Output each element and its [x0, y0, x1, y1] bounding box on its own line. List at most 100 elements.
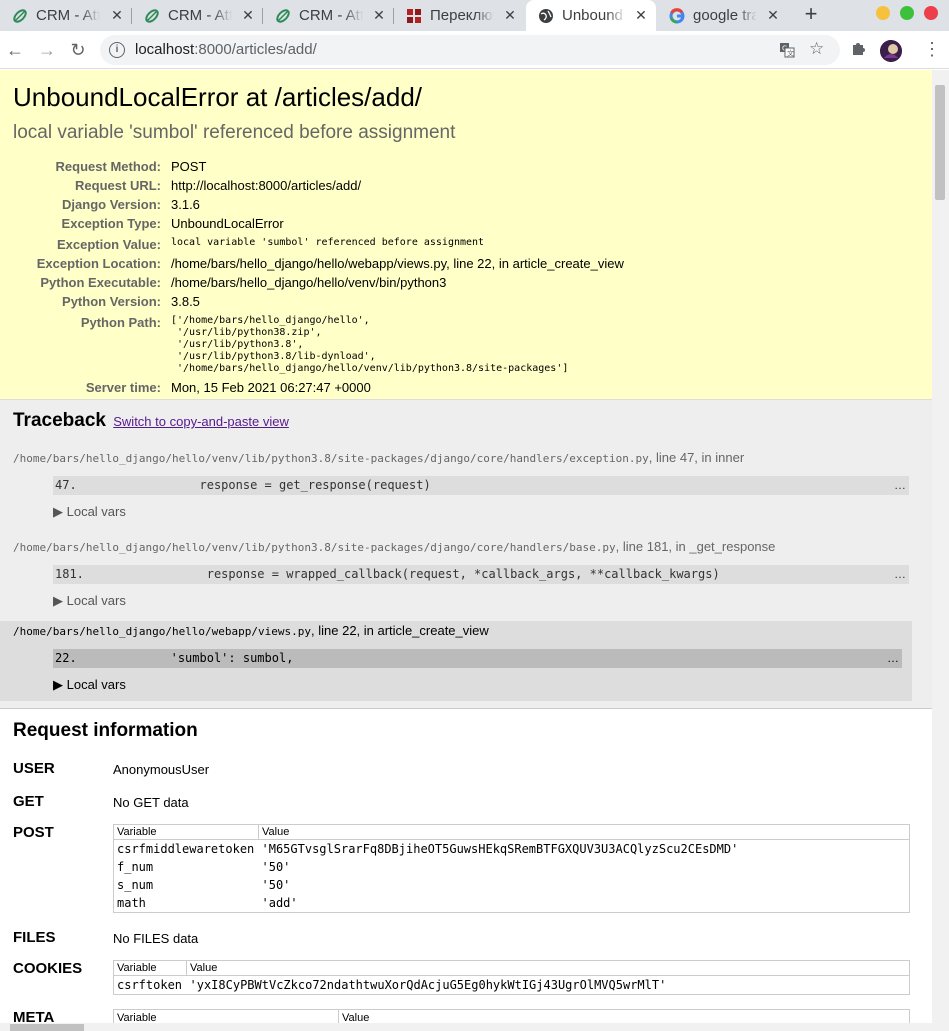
- frame-line-function: , line 47, in inner: [648, 450, 745, 465]
- browser-tab[interactable]: CRM - Attr ✕: [0, 0, 132, 31]
- browser-tab[interactable]: CRM - Attr ✕: [263, 0, 394, 31]
- post-section: POST Variable Value csrfmiddlewaretoken '…: [13, 824, 919, 913]
- files-value: No FILES data: [113, 931, 199, 946]
- menu-kebab-icon[interactable]: ⋮: [923, 40, 941, 58]
- section-label: FILES: [13, 929, 56, 946]
- expand-context-ellipsis[interactable]: …: [894, 476, 906, 495]
- meta-table: Request Method: POST Request URL: http://lo…: [13, 157, 919, 397]
- svg-text:文: 文: [787, 49, 794, 58]
- column-header: Variable: [113, 1009, 339, 1023]
- forward-arrow-icon[interactable]: →: [37, 40, 57, 60]
- meta-key: Python Executable:: [40, 275, 161, 290]
- profile-avatar[interactable]: [880, 40, 902, 62]
- column-header: Variable: [113, 960, 187, 976]
- extensions-puzzle-icon[interactable]: [851, 40, 867, 61]
- translate-icon[interactable]: G文: [779, 42, 795, 58]
- frame-filename: /home/bars/hello_django/hello/webapp/vie…: [13, 625, 312, 638]
- section-label: POST: [13, 824, 54, 841]
- get-section: GET No GET data: [13, 793, 919, 810]
- browser-tab[interactable]: CRM - Attr ✕: [132, 0, 263, 31]
- meta-key: Request URL:: [75, 178, 161, 193]
- minimize-icon[interactable]: [876, 6, 890, 20]
- meta-key: Python Version:: [62, 294, 161, 309]
- variable-name: csrftoken: [117, 978, 183, 992]
- back-arrow-icon[interactable]: ←: [5, 40, 25, 60]
- meta-row: Python Version: 3.8.5: [13, 292, 919, 311]
- frame-context-line[interactable]: 47. response = get_response(request) …: [53, 476, 909, 495]
- tab-title: Переключ: [430, 7, 494, 24]
- column-header: Value: [186, 960, 910, 976]
- meta-section: META Variable Value: [13, 1009, 919, 1023]
- meta-value: 3.8.5: [171, 294, 200, 309]
- traceback-frames: /home/bars/hello_django/hello/venv/lib/p…: [0, 450, 919, 701]
- meta-key: Exception Value:: [56, 237, 161, 252]
- horizontal-scrollbar[interactable]: [0, 1023, 932, 1031]
- variable-name: s_num: [117, 878, 154, 892]
- tab-title: Unbound: [562, 7, 623, 24]
- close-tab-icon[interactable]: ✕: [766, 8, 780, 22]
- close-tab-icon[interactable]: ✕: [372, 8, 386, 22]
- reload-icon[interactable]: ↻: [68, 40, 88, 60]
- maximize-icon[interactable]: [900, 6, 914, 20]
- close-tab-icon[interactable]: ✕: [110, 8, 124, 22]
- context-code: 181. response = wrapped_callback(request…: [55, 567, 720, 581]
- url-text[interactable]: localhost:8000/articles/add/: [135, 41, 317, 58]
- meta-value: /home/bars/hello_django/hello/venv/bin/p…: [171, 275, 447, 290]
- meta-key: Server time:: [85, 380, 161, 395]
- frame-location: /home/bars/hello_django/hello/venv/lib/p…: [13, 450, 919, 465]
- vertical-scroll-thumb[interactable]: [935, 85, 945, 200]
- close-tab-icon[interactable]: ✕: [634, 8, 648, 22]
- expand-context-ellipsis[interactable]: …: [887, 649, 899, 668]
- frame-context-line[interactable]: 181. response = wrapped_callback(request…: [53, 565, 909, 584]
- browser-tab[interactable]: Переключ ✕: [394, 0, 525, 31]
- meta-key: Python Path:: [80, 315, 161, 330]
- browser-tab[interactable]: google tra ✕: [657, 0, 788, 31]
- get-value: No GET data: [113, 795, 189, 810]
- variable-name: f_num: [117, 860, 154, 874]
- info-icon[interactable]: i: [109, 42, 125, 58]
- google-icon: [669, 7, 685, 24]
- traceback-frame: /home/bars/hello_django/hello/venv/lib/p…: [13, 539, 919, 609]
- browser-tab-active[interactable]: Unbound ✕: [526, 0, 656, 31]
- table-row: f_num '50': [114, 858, 910, 876]
- address-bar[interactable]: i localhost:8000/articles/add/ G文 ☆: [100, 35, 840, 65]
- context-code: 47. response = get_response(request): [55, 478, 431, 492]
- expand-context-ellipsis[interactable]: …: [894, 565, 906, 584]
- variable-name: csrfmiddlewaretoken: [117, 842, 255, 856]
- close-tab-icon[interactable]: ✕: [241, 8, 255, 22]
- vertical-scrollbar[interactable]: [932, 70, 949, 1031]
- column-header: Value: [338, 1009, 910, 1023]
- post-table: Variable Value csrfmiddlewaretoken 'M65GT…: [113, 824, 910, 913]
- traceback-frame: /home/bars/hello_django/hello/webapp/vie…: [0, 621, 912, 701]
- meta-value: POST: [171, 159, 207, 174]
- red-squares-icon: [406, 8, 422, 24]
- frame-filename: /home/bars/hello_django/hello/venv/lib/p…: [13, 541, 616, 554]
- globe-icon: [538, 8, 554, 24]
- meta-key: Exception Type:: [61, 216, 161, 231]
- request-information: Request information USER AnonymousUser G…: [0, 709, 932, 1023]
- close-window-icon[interactable]: [924, 6, 938, 20]
- variable-value: 'yxI8CyPBWtVcZkco72ndathtwuXorQdAcjuG5Eg…: [189, 978, 667, 992]
- frame-context-line[interactable]: 22. 'sumbol': sumbol,…: [53, 649, 902, 668]
- crm-leaf-icon: [144, 8, 160, 24]
- local-vars-toggle[interactable]: ▶ Local vars: [53, 593, 919, 609]
- frame-location: /home/bars/hello_django/hello/webapp/vie…: [13, 623, 912, 638]
- frame-line-function: , line 181, in _get_response: [615, 539, 776, 554]
- horizontal-scroll-thumb[interactable]: [10, 1024, 84, 1031]
- tab-strip: CRM - Attr ✕ CRM - Attr ✕ CRM - Attr ✕ П…: [0, 0, 949, 31]
- variable-name: math: [117, 896, 146, 910]
- star-icon[interactable]: ☆: [809, 39, 824, 59]
- traceback-frame: /home/bars/hello_django/hello/venv/lib/p…: [13, 450, 919, 520]
- crm-leaf-icon: [12, 8, 28, 24]
- meta-row: Request URL: http://localhost:8000/articl…: [13, 176, 919, 195]
- user-section: USER AnonymousUser: [13, 760, 919, 777]
- close-tab-icon[interactable]: ✕: [503, 8, 517, 22]
- local-vars-toggle[interactable]: ▶ Local vars: [53, 677, 912, 693]
- switch-to-copy-paste-link[interactable]: Switch to copy-and-paste view: [113, 414, 289, 429]
- frame-filename: /home/bars/hello_django/hello/venv/lib/p…: [13, 452, 649, 465]
- variable-value: '50': [261, 860, 291, 874]
- local-vars-toggle[interactable]: ▶ Local vars: [53, 504, 919, 520]
- new-tab-icon[interactable]: +: [799, 3, 823, 27]
- column-header: Variable: [113, 824, 259, 840]
- meta-row: Python Executable: /home/bars/hello_djang…: [13, 273, 919, 292]
